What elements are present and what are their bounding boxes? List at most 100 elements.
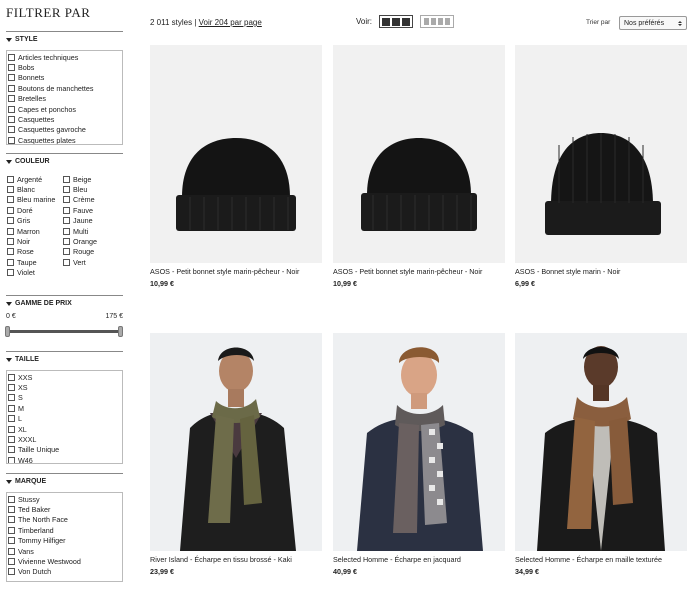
checkbox[interactable] (63, 238, 70, 246)
checkbox[interactable] (8, 136, 15, 144)
size-option[interactable]: XL (7, 424, 122, 434)
checkbox[interactable] (8, 436, 15, 444)
color-option[interactable]: Beige (62, 174, 118, 184)
style-option[interactable]: Casquettes gavroche (7, 125, 122, 135)
checkbox[interactable] (8, 95, 15, 103)
taille-list[interactable]: XXS XS S M L XL XXXL Taille Unique W46 (6, 370, 123, 464)
color-option[interactable]: Multi (62, 226, 118, 236)
product-name[interactable]: River Island - Écharpe en tissu brossé -… (150, 555, 322, 564)
checkbox[interactable] (8, 446, 15, 454)
view-all-link[interactable]: Voir 204 par page (199, 18, 262, 27)
checkbox[interactable] (7, 248, 14, 256)
product-card[interactable]: Selected Homme - Écharpe en maille textu… (515, 333, 687, 576)
brand-option[interactable]: Von Dutch (7, 567, 122, 577)
checkbox[interactable] (7, 258, 14, 266)
checkbox[interactable] (8, 53, 15, 61)
color-option[interactable]: Noir (6, 236, 62, 246)
color-option[interactable]: Vert (62, 257, 118, 267)
style-option[interactable]: Bonnets (7, 73, 122, 83)
checkbox[interactable] (7, 269, 14, 277)
style-option[interactable]: Capes et ponchos (7, 104, 122, 114)
checkbox[interactable] (8, 456, 15, 463)
checkbox[interactable] (8, 394, 15, 402)
checkbox[interactable] (7, 238, 14, 246)
checkbox[interactable] (8, 495, 15, 503)
price-slider-track[interactable] (7, 330, 121, 333)
product-card[interactable]: Selected Homme - Écharpe en jacquard 40,… (333, 333, 505, 576)
price-slider-max-handle[interactable] (118, 326, 123, 337)
style-option[interactable]: Casquettes (7, 114, 122, 124)
color-option[interactable]: Bleu marine (6, 195, 62, 205)
checkbox[interactable] (7, 217, 14, 225)
size-option[interactable]: XXXL (7, 434, 122, 444)
brand-option[interactable]: Vans (7, 546, 122, 556)
product-name[interactable]: Selected Homme - Écharpe en jacquard (333, 555, 505, 564)
checkbox[interactable] (63, 248, 70, 256)
product-name[interactable]: ASOS - Petit bonnet style marin-pêcheur … (150, 267, 322, 276)
checkbox[interactable] (63, 206, 70, 214)
size-option[interactable]: W46 (7, 455, 122, 463)
size-option[interactable]: M (7, 403, 122, 413)
checkbox[interactable] (63, 186, 70, 194)
color-option[interactable]: Crème (62, 195, 118, 205)
product-name[interactable]: Selected Homme - Écharpe en maille textu… (515, 555, 687, 564)
product-name[interactable]: ASOS - Bonnet style marin - Noir (515, 267, 687, 276)
checkbox[interactable] (8, 415, 15, 423)
product-card[interactable]: ASOS - Bonnet style marin - Noir 6,99 € (515, 45, 687, 288)
checkbox[interactable] (8, 373, 15, 381)
couleur-section-toggle[interactable]: COULEUR (6, 158, 50, 165)
style-option[interactable]: Articles techniques (7, 52, 122, 62)
size-option[interactable]: XXS (7, 372, 122, 382)
size-option[interactable]: L (7, 414, 122, 424)
product-image[interactable] (333, 45, 505, 263)
checkbox[interactable] (8, 116, 15, 124)
checkbox[interactable] (7, 196, 14, 204)
size-option[interactable]: Taille Unique (7, 445, 122, 455)
color-option[interactable]: Jaune (62, 216, 118, 226)
style-list[interactable]: Articles techniques Bobs Bonnets Boutons… (6, 50, 123, 145)
checkbox[interactable] (8, 404, 15, 412)
checkbox[interactable] (7, 227, 14, 235)
checkbox[interactable] (8, 547, 15, 555)
checkbox[interactable] (63, 227, 70, 235)
color-option[interactable]: Orange (62, 236, 118, 246)
product-image[interactable] (515, 333, 687, 551)
checkbox[interactable] (8, 126, 15, 134)
color-option[interactable]: Bleu (62, 184, 118, 194)
checkbox[interactable] (8, 568, 15, 576)
checkbox[interactable] (8, 64, 15, 72)
checkbox[interactable] (8, 74, 15, 82)
prix-section-toggle[interactable]: GAMME DE PRIX (6, 300, 72, 307)
product-image[interactable] (150, 333, 322, 551)
color-option[interactable]: Rouge (62, 247, 118, 257)
marque-section-toggle[interactable]: MARQUE (6, 478, 46, 485)
checkbox[interactable] (8, 425, 15, 433)
checkbox[interactable] (8, 537, 15, 545)
checkbox[interactable] (63, 175, 70, 183)
brand-option[interactable]: Tommy Hilfiger (7, 536, 122, 546)
small-grid-view-button[interactable] (420, 15, 454, 28)
color-option[interactable]: Gris (6, 216, 62, 226)
color-option[interactable]: Taupe (6, 257, 62, 267)
color-option[interactable]: Rose (6, 247, 62, 257)
product-image[interactable] (515, 45, 687, 263)
brand-option[interactable]: Stussy (7, 494, 122, 504)
style-option[interactable]: Casquettes plates (7, 135, 122, 144)
color-option[interactable]: Blanc (6, 184, 62, 194)
brand-option[interactable]: Ted Baker (7, 504, 122, 514)
color-option[interactable]: Marron (6, 226, 62, 236)
brand-option[interactable]: Vivienne Westwood (7, 556, 122, 566)
color-option[interactable]: Violet (6, 268, 62, 278)
color-option[interactable]: Argenté (6, 174, 62, 184)
product-name[interactable]: ASOS - Petit bonnet style marin-pêcheur … (333, 267, 505, 276)
checkbox[interactable] (63, 258, 70, 266)
style-option[interactable]: Bobs (7, 62, 122, 72)
brand-option[interactable]: The North Face (7, 515, 122, 525)
product-image[interactable] (150, 45, 322, 263)
checkbox[interactable] (8, 384, 15, 392)
checkbox[interactable] (8, 506, 15, 514)
style-section-toggle[interactable]: STYLE (6, 36, 38, 43)
marque-list[interactable]: Stussy Ted Baker The North Face Timberla… (6, 492, 123, 582)
checkbox[interactable] (8, 105, 15, 113)
checkbox[interactable] (8, 84, 15, 92)
